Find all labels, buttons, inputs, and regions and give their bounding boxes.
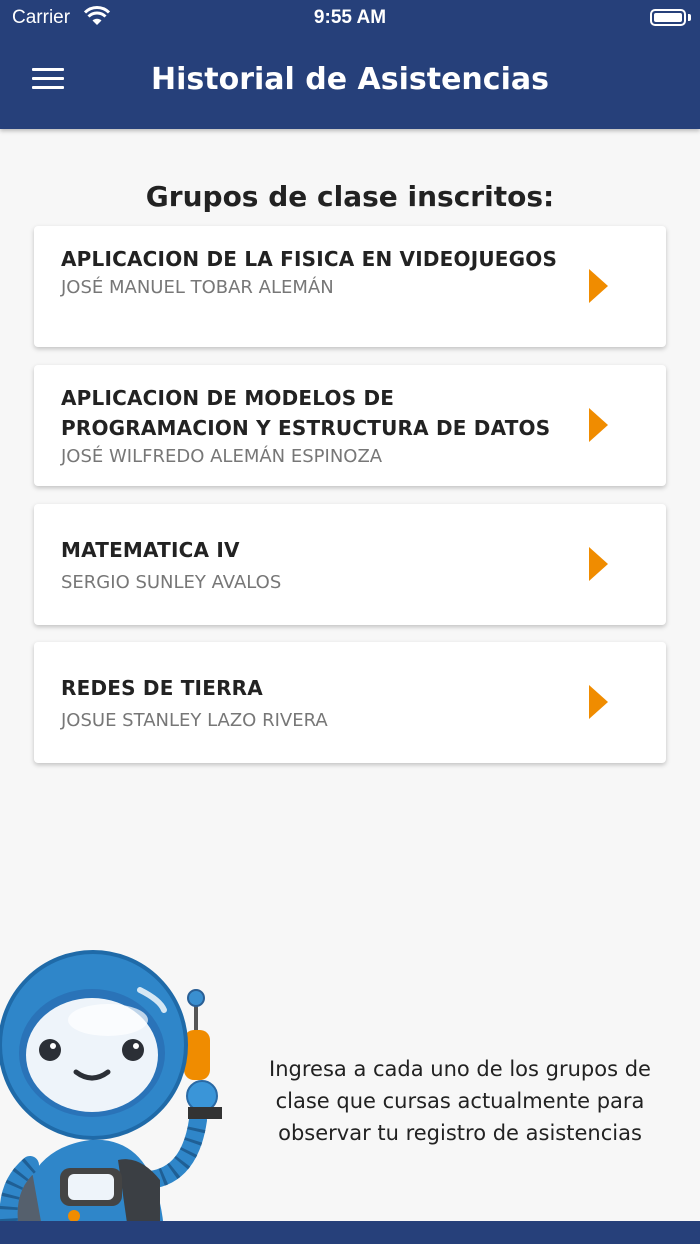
- status-bar: Carrier 9:55 AM: [0, 0, 700, 36]
- group-card-matematica-iv[interactable]: MATEMATICA IV SERGIO SUNLEY AVALOS: [34, 504, 666, 625]
- group-title: APLICACION DE MODELOS DE PROGRAMACION Y …: [61, 386, 551, 440]
- bottom-bar: [0, 1221, 700, 1244]
- chevron-right-icon: [589, 408, 608, 442]
- chevron-right-icon: [589, 547, 608, 581]
- chevron-right-icon: [589, 269, 608, 303]
- battery-tip: [688, 14, 691, 21]
- robot-mascot-illustration: [0, 950, 222, 1244]
- battery-icon: [650, 9, 686, 26]
- group-title: MATEMATICA IV: [61, 538, 240, 562]
- group-title: REDES DE TIERRA: [61, 676, 263, 700]
- group-teacher: SERGIO SUNLEY AVALOS: [61, 572, 282, 593]
- group-card-modelos-programacion[interactable]: APLICACION DE MODELOS DE PROGRAMACION Y …: [34, 365, 666, 486]
- group-teacher: JOSÉ WILFREDO ALEMÁN ESPINOZA: [61, 446, 383, 467]
- page-title: Historial de Asistencias: [151, 62, 549, 97]
- clock: 9:55 AM: [313, 7, 387, 28]
- group-card-fisica-videojuegos[interactable]: APLICACION DE LA FISICA EN VIDEOJUEGOS J…: [34, 226, 666, 347]
- group-title: APLICACION DE LA FISICA EN VIDEOJUEGOS: [61, 247, 558, 271]
- app-header: Carrier 9:55 AM Historial de Asistencias: [0, 0, 700, 129]
- chevron-right-icon: [589, 685, 608, 719]
- section-heading: Grupos de clase inscritos:: [145, 180, 555, 213]
- help-text: Ingresa a cada uno de los grupos de clas…: [269, 1057, 651, 1145]
- group-card-redes-de-tierra[interactable]: REDES DE TIERRA JOSUE STANLEY LAZO RIVER…: [34, 642, 666, 763]
- group-teacher: JOSUE STANLEY LAZO RIVERA: [61, 710, 328, 731]
- group-teacher: JOSÉ MANUEL TOBAR ALEMÁN: [61, 277, 334, 298]
